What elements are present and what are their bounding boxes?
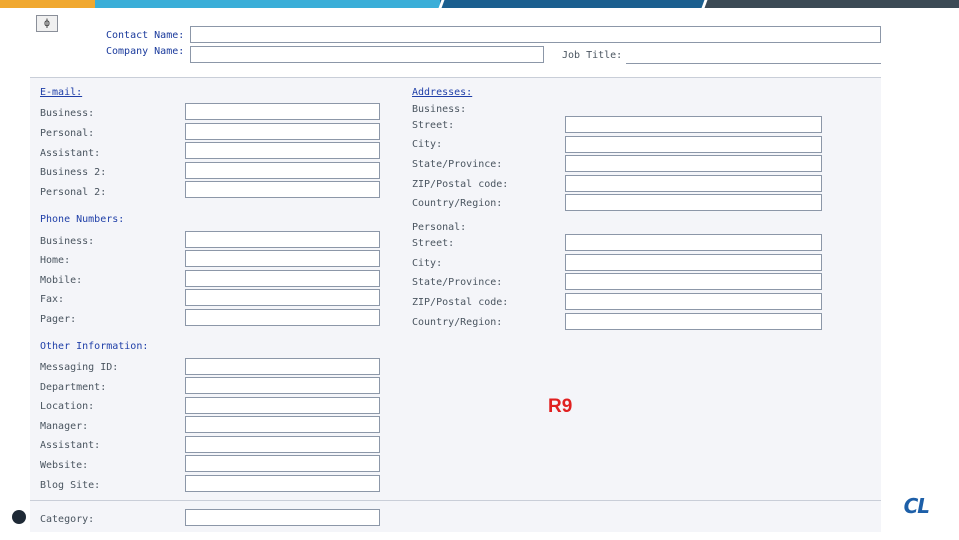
manager-label: Manager: bbox=[40, 421, 89, 432]
personal-city-label: City: bbox=[412, 258, 443, 269]
business-state-label: State/Province: bbox=[412, 159, 503, 170]
top-bar-orange bbox=[0, 0, 95, 8]
location-input[interactable] bbox=[185, 397, 380, 414]
location-label: Location: bbox=[40, 401, 95, 412]
email-assistant-input[interactable] bbox=[185, 142, 380, 159]
personal-street-label: Street: bbox=[412, 238, 455, 249]
department-label: Department: bbox=[40, 382, 107, 393]
phone-mobile-label: Mobile: bbox=[40, 275, 83, 286]
blog-site-label: Blog Site: bbox=[40, 480, 101, 491]
contact-name-input[interactable] bbox=[190, 26, 881, 43]
personal-city-input[interactable] bbox=[565, 254, 822, 271]
email-personal2-label: Personal 2: bbox=[40, 187, 107, 198]
department-input[interactable] bbox=[185, 377, 380, 394]
phone-fax-input[interactable] bbox=[185, 289, 380, 306]
phone-fax-label: Fax: bbox=[40, 294, 65, 305]
top-bar-cyan bbox=[95, 0, 440, 8]
website-input[interactable] bbox=[185, 455, 380, 472]
phone-business-label: Business: bbox=[40, 236, 95, 247]
job-title-input[interactable] bbox=[626, 63, 881, 64]
phone-mobile-input[interactable] bbox=[185, 270, 380, 287]
email-personal2-input[interactable] bbox=[185, 181, 380, 198]
personal-zip-input[interactable] bbox=[565, 293, 822, 310]
email-business-label: Business: bbox=[40, 108, 95, 119]
addresses-section-title: Addresses: bbox=[412, 87, 472, 99]
personal-country-label: Country/Region: bbox=[412, 317, 503, 328]
slide-top-bar bbox=[0, 0, 959, 8]
business-zip-input[interactable] bbox=[565, 175, 822, 192]
phone-pager-label: Pager: bbox=[40, 314, 77, 325]
business-zip-label: ZIP/Postal code: bbox=[412, 179, 509, 190]
manager-input[interactable] bbox=[185, 416, 380, 433]
contact-header-area: ф Contact Name: Company Name: Job Title: bbox=[30, 8, 881, 78]
personal-state-label: State/Province: bbox=[412, 277, 503, 288]
email-personal-input[interactable] bbox=[185, 123, 380, 140]
email-business2-label: Business 2: bbox=[40, 167, 107, 178]
other-assistant-label: Assistant: bbox=[40, 440, 101, 451]
phone-home-input[interactable] bbox=[185, 250, 380, 267]
website-label: Website: bbox=[40, 460, 89, 471]
brand-logo: CL bbox=[903, 494, 930, 518]
other-info-section-title: Other Information: bbox=[40, 341, 149, 352]
category-divider bbox=[30, 500, 881, 501]
blog-site-input[interactable] bbox=[185, 475, 380, 492]
phone-home-label: Home: bbox=[40, 255, 71, 266]
annotation-label: R9 bbox=[548, 396, 573, 417]
business-street-input[interactable] bbox=[565, 116, 822, 133]
category-input[interactable] bbox=[185, 509, 380, 526]
job-title-label: Job Title: bbox=[562, 50, 623, 61]
business-street-label: Street: bbox=[412, 120, 455, 131]
other-assistant-input[interactable] bbox=[185, 436, 380, 453]
contact-form: ф Contact Name: Company Name: Job Title:… bbox=[30, 8, 881, 532]
business-address-title: Business: bbox=[412, 104, 467, 115]
email-assistant-label: Assistant: bbox=[40, 148, 101, 159]
business-country-label: Country/Region: bbox=[412, 198, 503, 209]
category-label: Category: bbox=[40, 514, 95, 525]
email-section-title-text: E-mail: bbox=[40, 87, 83, 98]
top-bar-slate bbox=[705, 0, 959, 8]
email-business-input[interactable] bbox=[185, 103, 380, 120]
personal-country-input[interactable] bbox=[565, 313, 822, 330]
slide-bullet-dot bbox=[12, 510, 26, 524]
personal-zip-label: ZIP/Postal code: bbox=[412, 297, 509, 308]
business-city-label: City: bbox=[412, 139, 443, 150]
messaging-id-label: Messaging ID: bbox=[40, 362, 119, 373]
addresses-section-title-text: Addresses: bbox=[412, 87, 473, 98]
business-country-input[interactable] bbox=[565, 194, 822, 211]
personal-state-input[interactable] bbox=[565, 273, 822, 290]
company-name-input[interactable] bbox=[190, 46, 544, 63]
personal-address-title: Personal: bbox=[412, 222, 467, 233]
phone-business-input[interactable] bbox=[185, 231, 380, 248]
messaging-id-input[interactable] bbox=[185, 358, 380, 375]
email-business2-input[interactable] bbox=[185, 162, 380, 179]
pin-icon[interactable]: ф bbox=[36, 15, 58, 32]
business-state-input[interactable] bbox=[565, 155, 822, 172]
phone-pager-input[interactable] bbox=[185, 309, 380, 326]
company-name-label: Company Name: bbox=[106, 46, 185, 57]
email-personal-label: Personal: bbox=[40, 128, 95, 139]
top-bar-blue bbox=[440, 0, 705, 8]
contact-name-label: Contact Name: bbox=[106, 30, 185, 41]
business-city-input[interactable] bbox=[565, 136, 822, 153]
email-section-title: E-mail: bbox=[40, 87, 82, 99]
personal-street-input[interactable] bbox=[565, 234, 822, 251]
phone-section-title: Phone Numbers: bbox=[40, 214, 125, 225]
